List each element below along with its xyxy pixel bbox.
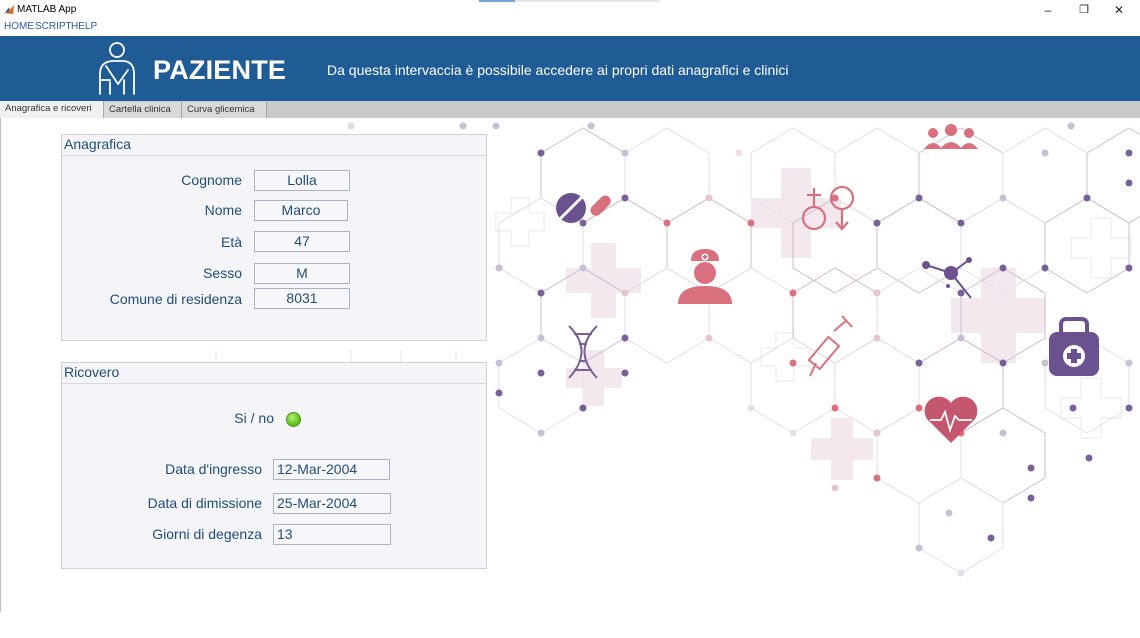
molecule-icon — [922, 257, 972, 299]
title-progress-strip — [479, 0, 659, 2]
comune-label: Comune di residenza — [109, 291, 242, 307]
menu-help[interactable]: HELP — [71, 21, 97, 32]
tab-curva-glicemica[interactable]: Curva glicemica — [182, 102, 267, 118]
heart-ecg-icon — [924, 396, 978, 443]
page-subtitle: Da questa intervaccia è possibile accede… — [327, 62, 789, 78]
close-button[interactable]: ✕ — [1107, 2, 1131, 18]
data-dimissione-field[interactable]: 25-Mar-2004 — [273, 493, 391, 514]
tab-cartella-clinica[interactable]: Cartella clinica — [104, 102, 182, 118]
anagrafica-title: Anagrafica — [64, 136, 131, 152]
ricovero-panel: Ricovero Si / no Data d'ingresso 12-Mar-… — [61, 362, 487, 569]
nome-label: Nome — [204, 202, 242, 218]
nurse-icon — [678, 249, 732, 304]
matlab-icon — [4, 4, 15, 15]
sesso-field[interactable]: M — [254, 263, 350, 284]
menu-home[interactable]: HOME — [4, 21, 34, 32]
window-bottom — [0, 612, 1140, 638]
panel-divider — [62, 383, 486, 384]
giorni-degenza-label: Giorni di degenza — [152, 526, 262, 542]
sesso-label: Sesso — [203, 265, 242, 281]
window-title: MATLAB App — [17, 4, 77, 15]
syringe-icon — [807, 315, 853, 377]
header-banner: PAZIENTE Da questa intervaccia è possibi… — [0, 36, 1140, 101]
tab-content: Anagrafica Cognome Lolla Nome Marco Età … — [0, 118, 1140, 612]
data-ingresso-label: Data d'ingresso — [165, 461, 262, 477]
data-ingresso-field[interactable]: 12-Mar-2004 — [273, 459, 390, 480]
pills-icon — [556, 193, 611, 223]
cognome-label: Cognome — [181, 172, 242, 188]
eta-label: Età — [220, 234, 242, 250]
medical-staff-icon — [924, 124, 978, 149]
app-window: MATLAB App – ❐ ✕ HOME SCRIPT HELP PAZIEN… — [0, 0, 1140, 638]
comune-field[interactable]: 8031 — [254, 288, 350, 309]
nome-field[interactable]: Marco — [254, 200, 348, 221]
anagrafica-panel: Anagrafica Cognome Lolla Nome Marco Età … — [61, 134, 487, 341]
tab-bar: Anagrafica e ricoveri Cartella clinica C… — [0, 101, 1140, 119]
tab-anagrafica-e-ricoveri[interactable]: Anagrafica e ricoveri — [0, 101, 104, 119]
menu-script[interactable]: SCRIPT — [35, 21, 72, 32]
ricovero-title: Ricovero — [64, 364, 120, 380]
data-dimissione-label: Data di dimissione — [147, 495, 262, 511]
panel-divider — [62, 155, 486, 156]
first-aid-kit-icon — [1049, 317, 1099, 376]
minimize-button[interactable]: – — [1036, 2, 1060, 18]
giorni-degenza-field[interactable]: 13 — [273, 524, 391, 545]
ricovero-status-lamp — [286, 412, 301, 427]
page-title: PAZIENTE — [153, 55, 287, 85]
restore-button[interactable]: ❐ — [1072, 2, 1096, 18]
cognome-field[interactable]: Lolla — [254, 170, 350, 191]
patient-icon — [99, 42, 135, 95]
title-bar: MATLAB App – ❐ ✕ — [0, 0, 1140, 19]
menu-bar: HOME SCRIPT HELP — [0, 19, 1140, 36]
eta-field[interactable]: 47 — [254, 231, 350, 252]
si-no-label: Si / no — [234, 410, 274, 426]
